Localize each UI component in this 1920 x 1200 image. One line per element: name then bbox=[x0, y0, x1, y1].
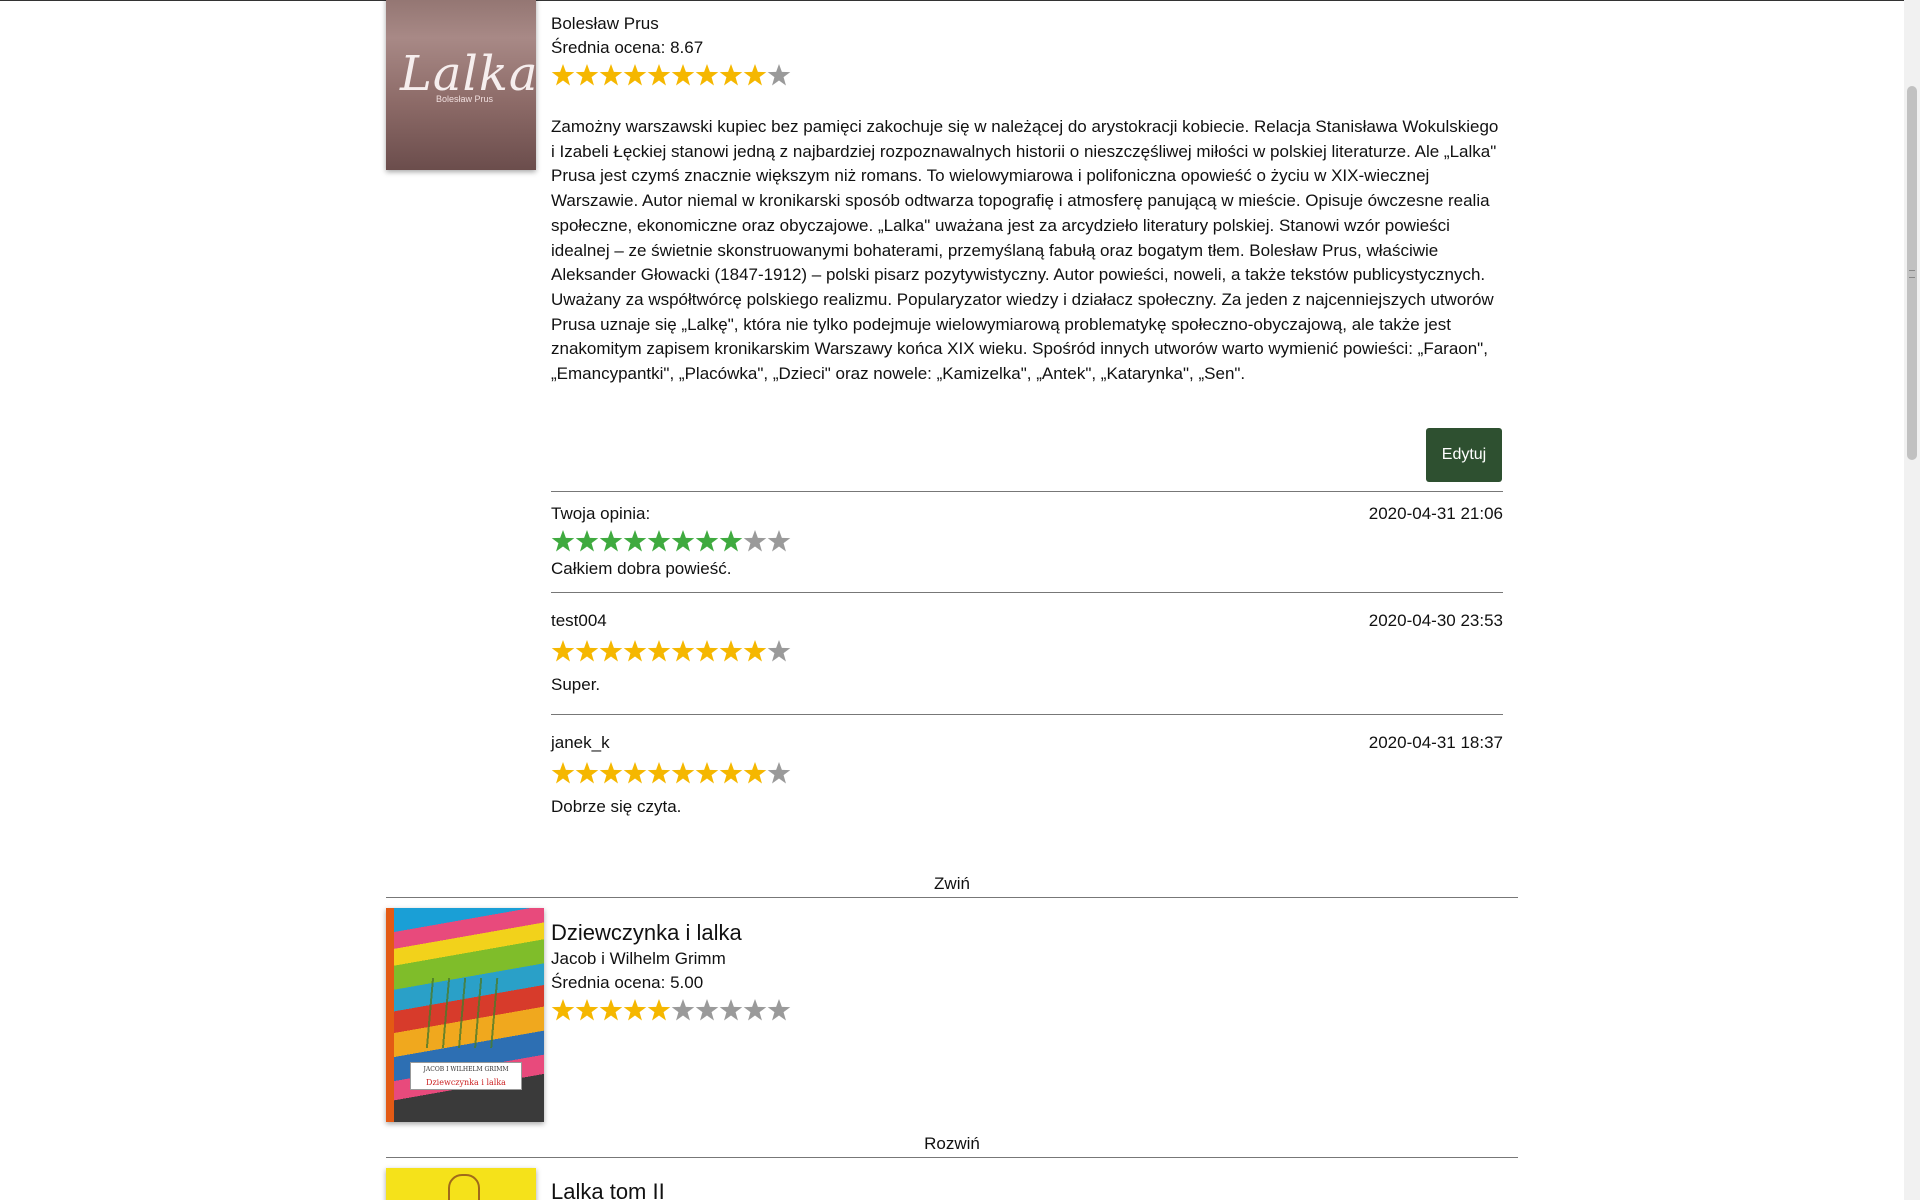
review-date: 2020-04-30 23:53 bbox=[1368, 611, 1503, 630]
star-icon bbox=[719, 639, 743, 662]
rating-stars bbox=[551, 997, 1503, 1023]
cover-label: JACOB I WILHELM GRIMM Dziewczynka i lalk… bbox=[410, 1062, 522, 1090]
star-icon bbox=[623, 761, 647, 784]
book-description: Zamożny warszawski kupiec bez pamięci za… bbox=[551, 117, 1499, 384]
scrollbar-grip-icon bbox=[1909, 270, 1915, 278]
star-icon bbox=[647, 639, 671, 662]
review-item: test004 2020-04-30 23:53 Super. bbox=[551, 592, 1503, 714]
book-cover[interactable]: JACOB I WILHELM GRIMM Dziewczynka i lalk… bbox=[386, 908, 544, 1122]
book-divider bbox=[386, 1157, 1518, 1158]
edit-button[interactable]: Edytuj bbox=[1426, 428, 1502, 482]
star-icon[interactable] bbox=[695, 529, 719, 552]
star-icon bbox=[575, 639, 599, 662]
star-icon[interactable] bbox=[767, 529, 791, 552]
page: Lalka Bolesław Prus Lalka Bolesław Prus … bbox=[0, 0, 1920, 1200]
book-description-wrap: Zamożny warszawski kupiec bez pamięci za… bbox=[551, 115, 1503, 387]
review-author: janek_k bbox=[551, 733, 610, 752]
rating-stars bbox=[551, 62, 1503, 88]
star-icon bbox=[743, 63, 767, 86]
star-icon[interactable] bbox=[647, 529, 671, 552]
cover-art-grass bbox=[424, 978, 504, 1048]
book-cover[interactable] bbox=[386, 1168, 536, 1200]
star-icon bbox=[671, 63, 695, 86]
star-icon bbox=[575, 998, 599, 1021]
review-text: Super. bbox=[551, 675, 601, 694]
vertical-scrollbar[interactable] bbox=[1904, 0, 1920, 1200]
star-icon bbox=[671, 639, 695, 662]
book-title[interactable]: Lalka tom II bbox=[551, 1178, 1503, 1200]
star-icon bbox=[695, 63, 719, 86]
book-info: Lalka tom II bbox=[551, 1178, 1503, 1200]
star-icon[interactable] bbox=[671, 529, 695, 552]
book-title[interactable]: Dziewczynka i lalka bbox=[551, 919, 1503, 947]
star-icon bbox=[719, 63, 743, 86]
cover-title: Dziewczynka i lalka bbox=[426, 1078, 506, 1087]
star-icon[interactable] bbox=[623, 529, 647, 552]
star-icon bbox=[647, 63, 671, 86]
review-author: test004 bbox=[551, 611, 607, 630]
review-date: 2020-04-31 21:06 bbox=[1368, 504, 1503, 523]
star-icon bbox=[623, 998, 647, 1021]
star-icon bbox=[767, 998, 791, 1021]
collapse-toggle[interactable]: Zwiń bbox=[386, 874, 1518, 894]
star-icon bbox=[551, 761, 575, 784]
star-icon bbox=[551, 63, 575, 86]
review-date: 2020-04-31 18:37 bbox=[1368, 733, 1503, 752]
star-icon bbox=[743, 639, 767, 662]
star-icon bbox=[647, 998, 671, 1021]
average-rating: Średnia ocena: 5.00 bbox=[551, 973, 704, 992]
cover-author: JACOB I WILHELM GRIMM bbox=[423, 1066, 509, 1073]
review-stars bbox=[551, 638, 791, 664]
cover-author: Bolesław Prus bbox=[436, 94, 494, 104]
review-text: Całkiem dobra powieść. bbox=[551, 559, 732, 578]
star-icon bbox=[647, 761, 671, 784]
review-item-own: Twoja opinia: 2020-04-31 21:06 Całkiem d… bbox=[551, 491, 1503, 592]
star-icon[interactable] bbox=[599, 529, 623, 552]
review-text: Dobrze się czyta. bbox=[551, 797, 682, 816]
star-icon bbox=[695, 761, 719, 784]
star-icon bbox=[623, 639, 647, 662]
average-rating: Średnia ocena: 8.67 bbox=[551, 38, 704, 57]
book-info: Lalka bbox=[551, 0, 1503, 8]
star-icon bbox=[671, 761, 695, 784]
review-author: Twoja opinia: bbox=[551, 504, 651, 523]
star-icon bbox=[599, 998, 623, 1021]
star-icon bbox=[623, 63, 647, 86]
star-icon bbox=[719, 998, 743, 1021]
expand-toggle[interactable]: Rozwiń bbox=[386, 1134, 1518, 1154]
star-icon bbox=[719, 761, 743, 784]
star-icon bbox=[767, 63, 791, 86]
star-icon bbox=[671, 998, 695, 1021]
star-icon bbox=[599, 639, 623, 662]
book-cover[interactable]: Lalka Bolesław Prus bbox=[386, 0, 536, 170]
star-icon bbox=[551, 639, 575, 662]
star-icon bbox=[695, 998, 719, 1021]
book-title[interactable]: Lalka bbox=[551, 0, 1503, 8]
star-icon bbox=[695, 639, 719, 662]
star-icon bbox=[743, 998, 767, 1021]
book-author: Jacob i Wilhelm Grimm bbox=[551, 949, 726, 968]
star-icon bbox=[599, 761, 623, 784]
review-item: janek_k 2020-04-31 18:37 Dobrze się czyt… bbox=[551, 714, 1503, 835]
star-icon bbox=[575, 63, 599, 86]
star-icon[interactable] bbox=[575, 529, 599, 552]
book-meta: Bolesław Prus Średnia ocena: 8.67 bbox=[551, 12, 1503, 88]
review-stars[interactable] bbox=[551, 528, 791, 554]
book-divider bbox=[386, 897, 1518, 898]
star-icon[interactable] bbox=[719, 529, 743, 552]
book-info: Dziewczynka i lalka Jacob i Wilhelm Grim… bbox=[551, 919, 1503, 1023]
star-icon[interactable] bbox=[743, 529, 767, 552]
star-icon bbox=[743, 761, 767, 784]
star-icon bbox=[551, 998, 575, 1021]
cover-art bbox=[448, 1174, 480, 1200]
star-icon bbox=[599, 63, 623, 86]
star-icon bbox=[575, 761, 599, 784]
book-author: Bolesław Prus bbox=[551, 14, 659, 33]
star-icon[interactable] bbox=[551, 529, 575, 552]
review-stars bbox=[551, 760, 791, 786]
star-icon bbox=[767, 639, 791, 662]
star-icon bbox=[767, 761, 791, 784]
